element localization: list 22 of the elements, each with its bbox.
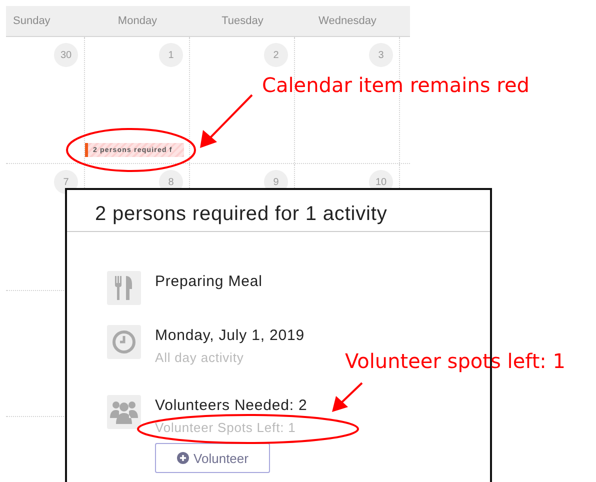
detail-title: Volunteers Needed: 2 (155, 397, 308, 414)
weekday-header: Sunday (12, 15, 52, 27)
clock-icon (112, 330, 136, 354)
plus-circle-icon (176, 452, 189, 464)
day-number: 1 (159, 43, 183, 67)
fork-knife-icon (114, 276, 134, 300)
people-group-icon (110, 400, 138, 424)
day-number: 3 (369, 43, 393, 67)
day-number: 2 (264, 43, 288, 67)
volunteer-button[interactable]: Volunteer (155, 443, 270, 473)
popup-title: 2 persons required for 1 activity (67, 190, 490, 232)
weekday-header: Tuesday (220, 15, 264, 27)
annotation-arrow (332, 382, 363, 412)
annotation-arrow (200, 94, 253, 148)
detail-subtitle: Volunteer Spots Left: 1 (155, 420, 297, 435)
detail-subtitle: All day activity (155, 350, 245, 365)
detail-title: Preparing Meal (155, 273, 262, 290)
weekday-header: Wednesday (318, 15, 378, 27)
annotation-text: Calendar item remains red (262, 73, 530, 97)
day-number: 30 (54, 43, 78, 67)
weekday-header: Monday (116, 15, 158, 27)
detail-title: Monday, July 1, 2019 (155, 327, 304, 344)
